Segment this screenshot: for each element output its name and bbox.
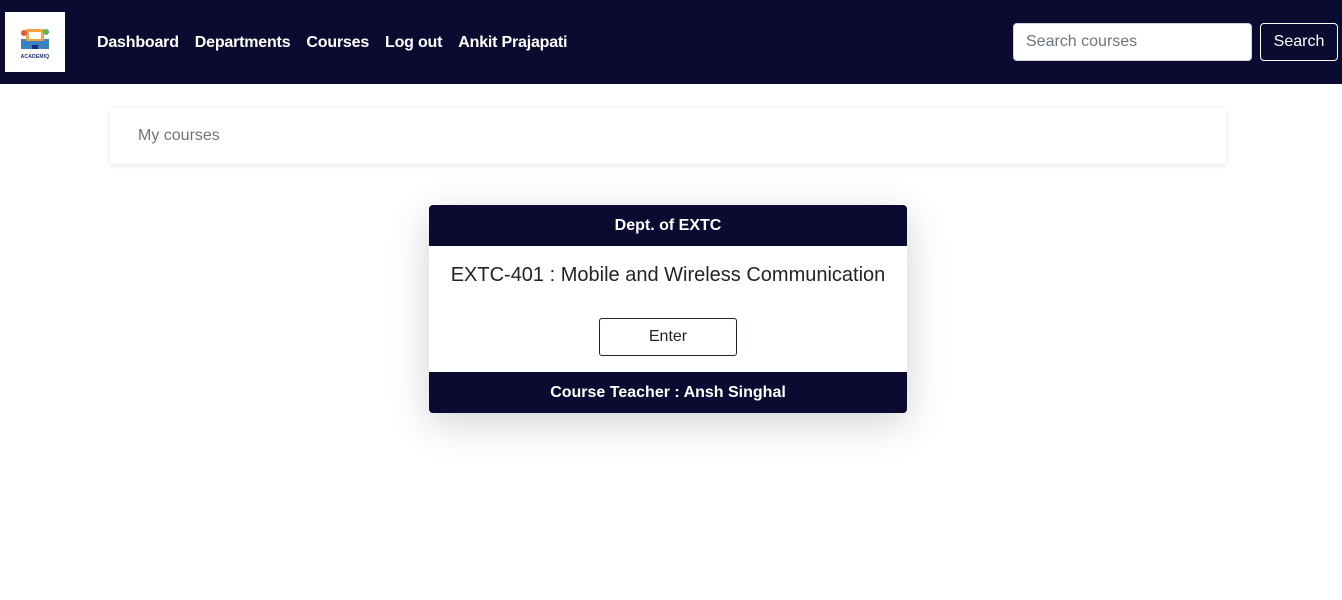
course-card: Dept. of EXTC EXTC-401 : Mobile and Wire… bbox=[429, 205, 907, 413]
course-teacher: Course Teacher : Ansh Singhal bbox=[550, 383, 786, 401]
site-logo[interactable]: ACADEMIQ bbox=[5, 12, 65, 72]
search-input[interactable] bbox=[1013, 23, 1252, 61]
logo-text: ACADEMIQ bbox=[20, 53, 50, 60]
logo-icon bbox=[21, 28, 49, 49]
nav-link-user-profile[interactable]: Ankit Prajapati bbox=[458, 34, 567, 52]
breadcrumb-label: My courses bbox=[138, 127, 220, 144]
nav-link-departments[interactable]: Departments bbox=[195, 34, 291, 52]
course-card-footer: Course Teacher : Ansh Singhal bbox=[429, 372, 907, 413]
breadcrumb: My courses bbox=[110, 108, 1226, 164]
search-button[interactable]: Search bbox=[1260, 23, 1338, 61]
nav-link-logout[interactable]: Log out bbox=[385, 34, 442, 52]
nav-links: Dashboard Departments Courses Log out An… bbox=[97, 31, 568, 55]
course-card-header: Dept. of EXTC bbox=[429, 205, 907, 246]
course-title: EXTC-401 : Mobile and Wireless Communica… bbox=[450, 264, 886, 286]
course-department: Dept. of EXTC bbox=[614, 216, 722, 234]
course-card-body: EXTC-401 : Mobile and Wireless Communica… bbox=[429, 246, 907, 372]
navbar: ACADEMIQ Dashboard Departments Courses L… bbox=[0, 0, 1342, 84]
nav-link-courses[interactable]: Courses bbox=[306, 34, 369, 52]
nav-link-dashboard[interactable]: Dashboard bbox=[97, 34, 179, 52]
enter-course-button[interactable]: Enter bbox=[599, 318, 737, 356]
